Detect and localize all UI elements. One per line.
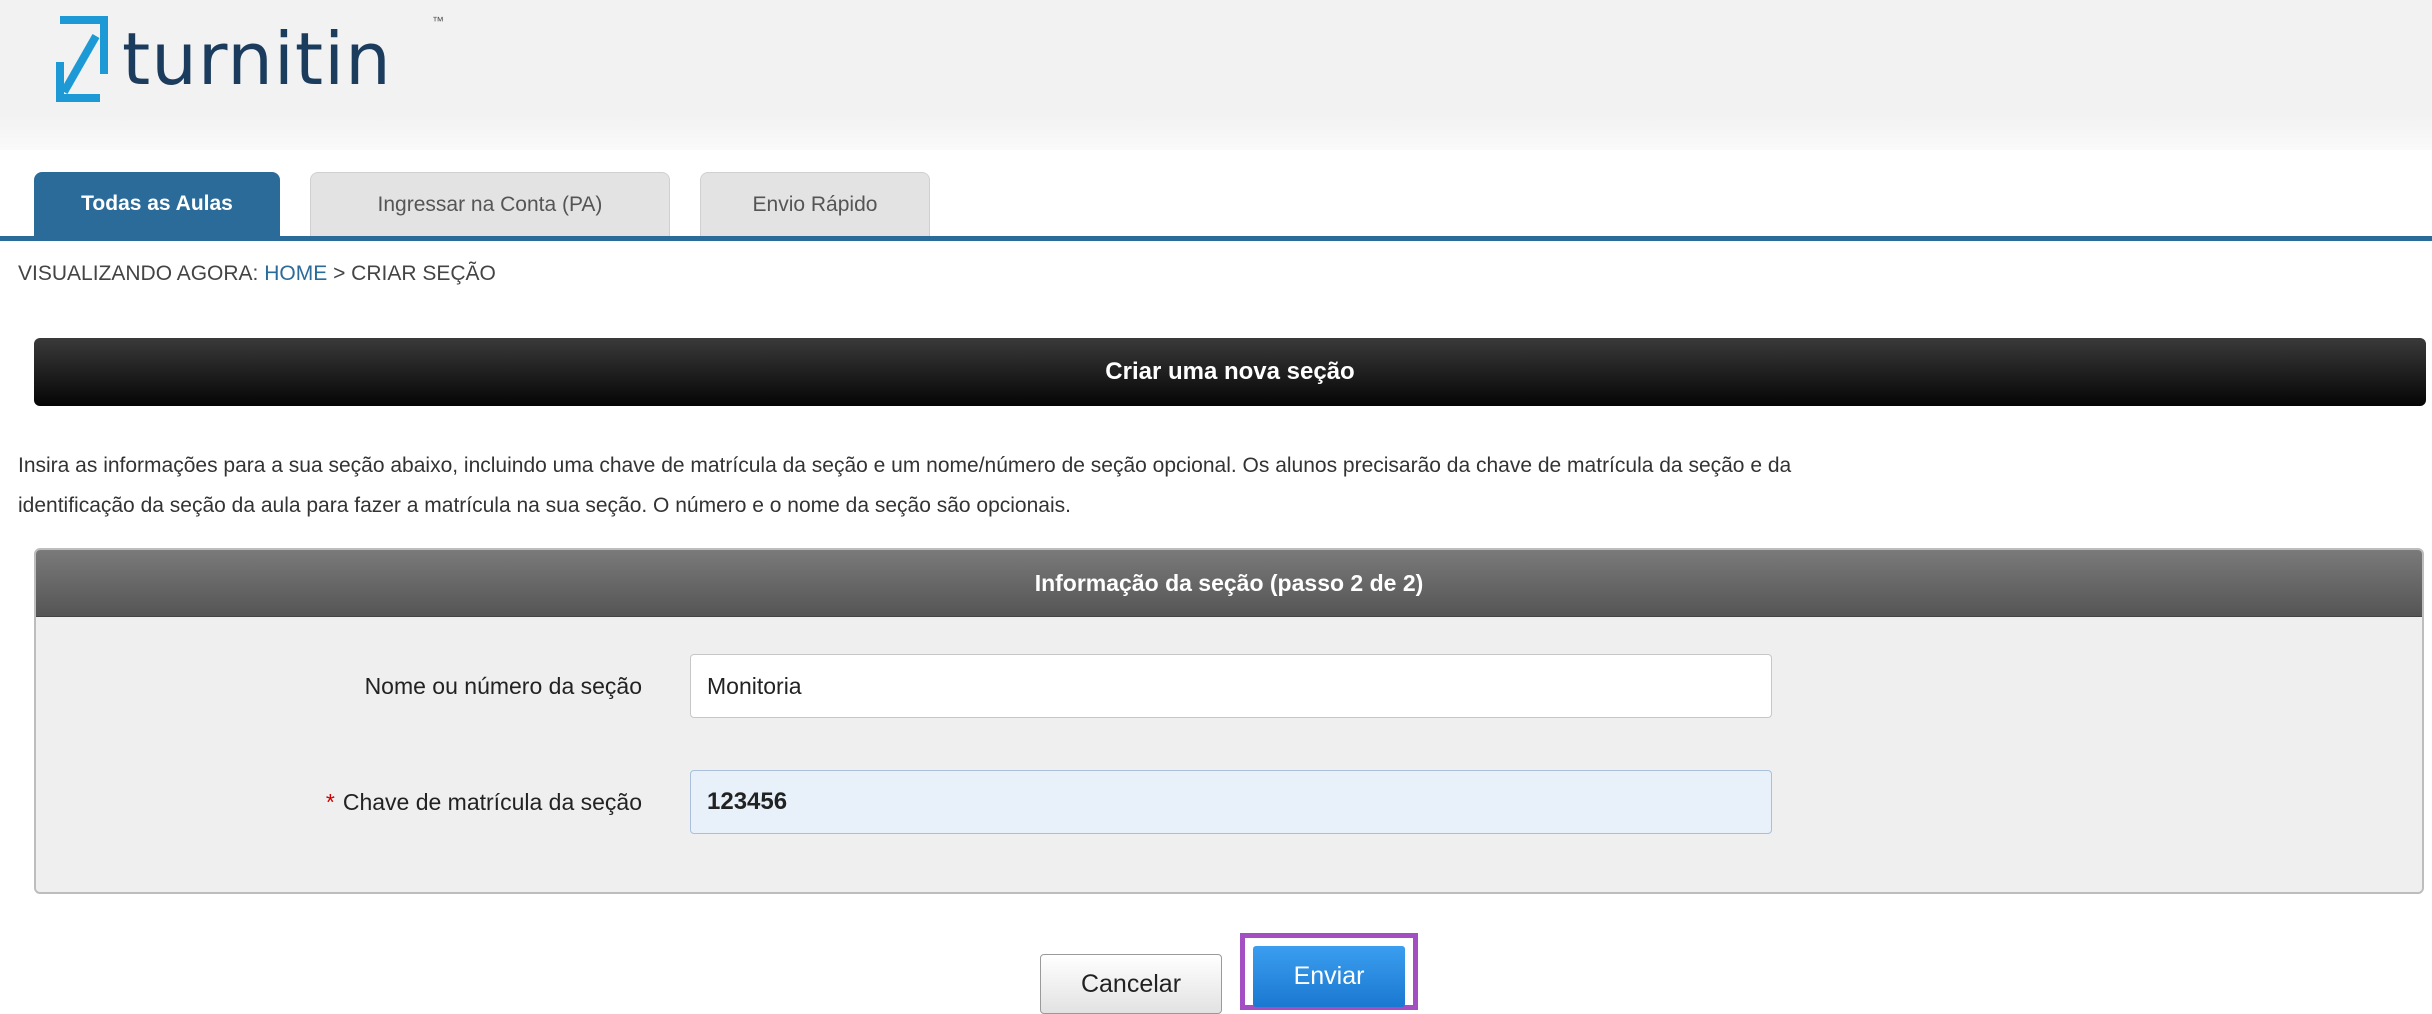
turnitin-logo-icon	[56, 16, 108, 102]
instructions-line-2: identificação da seção da aula para faze…	[18, 494, 1071, 517]
breadcrumb-prefix: VISUALIZANDO AGORA:	[18, 262, 265, 285]
tab-todas-as-aulas[interactable]: Todas as Aulas	[34, 172, 280, 236]
enrollment-key-label: * Chave de matrícula da seção	[326, 770, 642, 834]
breadcrumb-separator: >	[327, 262, 352, 285]
tab-bar-underline	[0, 236, 2432, 241]
turnitin-logo[interactable]: turnitin	[56, 14, 392, 104]
page-title: Criar uma nova seção	[34, 338, 2426, 406]
breadcrumb-current: CRIAR SEÇÃO	[351, 262, 496, 285]
breadcrumb-home-link[interactable]: HOME	[264, 262, 327, 285]
section-name-input[interactable]	[690, 654, 1772, 718]
submit-button-highlight: Enviar	[1240, 933, 1418, 1010]
breadcrumb: VISUALIZANDO AGORA: HOME > CRIAR SEÇÃO	[18, 262, 496, 286]
section-info-panel: Informação da seção (passo 2 de 2) Nome …	[34, 548, 2424, 894]
required-marker: *	[325, 788, 335, 815]
enrollment-key-input[interactable]	[690, 770, 1772, 834]
main-tabs: Todas as Aulas Ingressar na Conta (PA) E…	[34, 172, 960, 236]
instructions-text: Insira as informações para a sua seção a…	[18, 446, 2418, 526]
instructions-line-1: Insira as informações para a sua seção a…	[18, 454, 1792, 477]
tab-ingressar-na-conta[interactable]: Ingressar na Conta (PA)	[310, 172, 670, 236]
trademark-mark: ™	[432, 14, 444, 28]
panel-title: Informação da seção (passo 2 de 2)	[36, 550, 2422, 617]
enrollment-key-row: * Chave de matrícula da seção	[36, 770, 2422, 834]
section-name-label: Nome ou número da seção	[365, 654, 642, 718]
enrollment-key-label-text: Chave de matrícula da seção	[342, 788, 642, 815]
section-name-label-text: Nome ou número da seção	[364, 672, 642, 699]
section-name-row: Nome ou número da seção	[36, 654, 2422, 718]
brand-name: turnitin	[122, 17, 392, 101]
submit-button[interactable]: Enviar	[1253, 946, 1405, 1007]
cancel-button[interactable]: Cancelar	[1040, 954, 1222, 1014]
tab-envio-rapido[interactable]: Envio Rápido	[700, 172, 930, 236]
app-header: turnitin ™	[0, 0, 2432, 150]
